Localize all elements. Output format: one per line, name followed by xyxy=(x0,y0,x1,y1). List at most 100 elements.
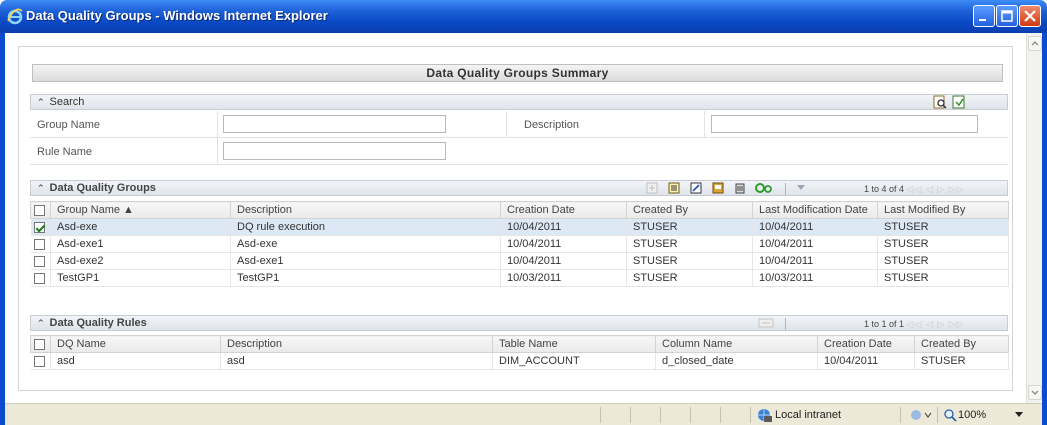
table-row[interactable]: Asd-exe DQ rule execution 10/04/2011 STU… xyxy=(30,218,1009,236)
cell-table-name: DIM_ACCOUNT xyxy=(492,352,656,370)
search-row-2: Rule Name xyxy=(30,138,1008,165)
cell-last-modification-date: 10/04/2011 xyxy=(752,252,878,270)
row-checkbox-cell[interactable] xyxy=(30,235,51,253)
row-checkbox-cell[interactable] xyxy=(30,218,51,236)
copy-icon[interactable] xyxy=(712,182,724,194)
row-checkbox[interactable] xyxy=(33,272,45,284)
view-rule-icon[interactable] xyxy=(758,317,774,329)
description-input[interactable] xyxy=(711,115,978,133)
maximize-button[interactable] xyxy=(996,5,1018,27)
pager-nav-icons[interactable]: ◁◁ ◁ ▷ ▷▷ xyxy=(907,319,965,329)
row-checkbox[interactable] xyxy=(33,238,45,250)
column-header-last-modified-by[interactable]: Last Modified By xyxy=(877,201,1009,219)
search-icon[interactable] xyxy=(933,95,947,109)
row-checkbox[interactable] xyxy=(33,355,45,367)
column-header-column-name[interactable]: Column Name xyxy=(655,335,818,353)
toolbar-separator xyxy=(785,318,786,330)
cell-created-by: STUSER xyxy=(914,352,1009,370)
column-header-description[interactable]: Description xyxy=(220,335,493,353)
local-intranet-icon xyxy=(758,409,772,422)
cell-creation-date: 10/04/2011 xyxy=(500,252,627,270)
zoom-level[interactable]: 100% xyxy=(958,409,986,421)
vertical-scrollbar[interactable] xyxy=(1026,33,1042,403)
select-all-checkbox[interactable] xyxy=(34,204,45,216)
search-section-header[interactable]: ⌃ Search xyxy=(30,94,1008,110)
select-all-checkbox[interactable] xyxy=(34,338,45,350)
column-header-creation-date[interactable]: Creation Date xyxy=(500,201,627,219)
column-header-created-by[interactable]: Created By xyxy=(626,201,753,219)
maximize-icon xyxy=(1001,10,1013,22)
view-icon[interactable] xyxy=(668,182,680,194)
row-checkbox-cell[interactable] xyxy=(30,252,51,270)
cell-description: asd xyxy=(220,352,493,370)
rules-section-header[interactable]: ⌃ Data Quality Rules xyxy=(30,315,1008,331)
cell-group-name: TestGP1 xyxy=(50,269,231,287)
cell-created-by: STUSER xyxy=(626,218,753,236)
collapse-icon[interactable]: ⌃ xyxy=(37,318,45,328)
protected-mode-icon[interactable] xyxy=(910,408,932,422)
window-title: Data Quality Groups - Windows Internet E… xyxy=(26,8,328,23)
table-row[interactable]: Asd-exe1 Asd-exe 10/04/2011 STUSER 10/04… xyxy=(30,235,1009,253)
edit-icon[interactable] xyxy=(690,182,702,194)
zone-label: Local intranet xyxy=(775,409,842,421)
rule-name-label: Rule Name xyxy=(37,146,93,158)
cell-description: Asd-exe xyxy=(230,235,501,253)
column-header-creation-date[interactable]: Creation Date xyxy=(817,335,915,353)
table-row[interactable]: TestGP1 TestGP1 10/03/2011 STUSER 10/03/… xyxy=(30,269,1009,287)
collapse-icon[interactable]: ⌃ xyxy=(37,97,45,107)
status-cell xyxy=(690,407,720,423)
pager-nav-icons[interactable]: ◁◁ ◁ ▷ ▷▷ xyxy=(907,184,965,194)
table-row[interactable]: Asd-exe2 Asd-exe1 10/04/2011 STUSER 10/0… xyxy=(30,252,1009,270)
minimize-icon xyxy=(979,19,986,21)
row-checkbox-checked[interactable] xyxy=(33,221,45,233)
select-all-checkbox-cell[interactable] xyxy=(30,335,51,353)
cell-dq-name: asd xyxy=(50,352,221,370)
groups-section-title: Data Quality Groups xyxy=(49,182,156,194)
rules-section-title: Data Quality Rules xyxy=(49,317,147,329)
table-row[interactable]: asd asd DIM_ACCOUNT d_closed_date 10/04/… xyxy=(30,352,1009,370)
status-cell xyxy=(937,407,938,423)
group-name-label: Group Name xyxy=(37,119,100,131)
status-cell xyxy=(900,407,901,423)
collapse-icon[interactable]: ⌃ xyxy=(37,183,45,193)
status-cell xyxy=(720,407,750,423)
cell-creation-date: 10/04/2011 xyxy=(500,218,627,236)
rule-name-input[interactable] xyxy=(223,142,446,160)
reset-icon[interactable] xyxy=(952,95,966,109)
cell-group-name: Asd-exe1 xyxy=(50,235,231,253)
select-all-checkbox-cell[interactable] xyxy=(30,201,51,219)
column-header-group-name[interactable]: Group Name ▲ xyxy=(50,201,231,219)
cell-last-modified-by: STUSER xyxy=(877,218,1009,236)
status-cell xyxy=(630,407,660,423)
column-header-dq-name[interactable]: DQ Name xyxy=(50,335,221,353)
close-icon xyxy=(1024,10,1036,22)
groups-table-header: Group Name ▲ Description Creation Date C… xyxy=(30,201,1009,219)
search-row-1: Group Name Description xyxy=(30,111,1008,138)
chevron-down-icon xyxy=(1031,390,1039,395)
minimize-button[interactable] xyxy=(973,5,995,27)
row-checkbox-cell[interactable] xyxy=(30,352,51,370)
delete-icon[interactable] xyxy=(734,182,746,194)
cell-last-modified-by: STUSER xyxy=(877,269,1009,287)
column-header-last-modification-date[interactable]: Last Modification Date xyxy=(752,201,878,219)
row-checkbox[interactable] xyxy=(33,255,45,267)
column-header-created-by[interactable]: Created By xyxy=(914,335,1009,353)
rules-table: DQ Name Description Table Name Column Na… xyxy=(30,335,1009,370)
row-checkbox-cell[interactable] xyxy=(30,269,51,287)
groups-section-header[interactable]: ⌃ Data Quality Groups xyxy=(30,180,1008,196)
cell-description: DQ rule execution xyxy=(230,218,501,236)
column-header-description[interactable]: Description xyxy=(230,201,501,219)
add-icon[interactable] xyxy=(646,182,658,194)
close-button[interactable] xyxy=(1019,5,1041,27)
scroll-down-button[interactable] xyxy=(1028,385,1042,400)
filter-icon[interactable] xyxy=(795,182,807,194)
group-name-input[interactable] xyxy=(223,115,446,133)
zoom-icon[interactable] xyxy=(943,408,957,422)
cell-last-modification-date: 10/04/2011 xyxy=(752,218,878,236)
page-title: Data Quality Groups Summary xyxy=(32,64,1003,82)
execute-icon[interactable] xyxy=(755,182,773,194)
chevron-down-icon[interactable] xyxy=(1015,412,1023,418)
cell-creation-date: 10/04/2011 xyxy=(817,352,915,370)
scroll-up-button[interactable] xyxy=(1028,36,1042,51)
column-header-table-name[interactable]: Table Name xyxy=(492,335,656,353)
